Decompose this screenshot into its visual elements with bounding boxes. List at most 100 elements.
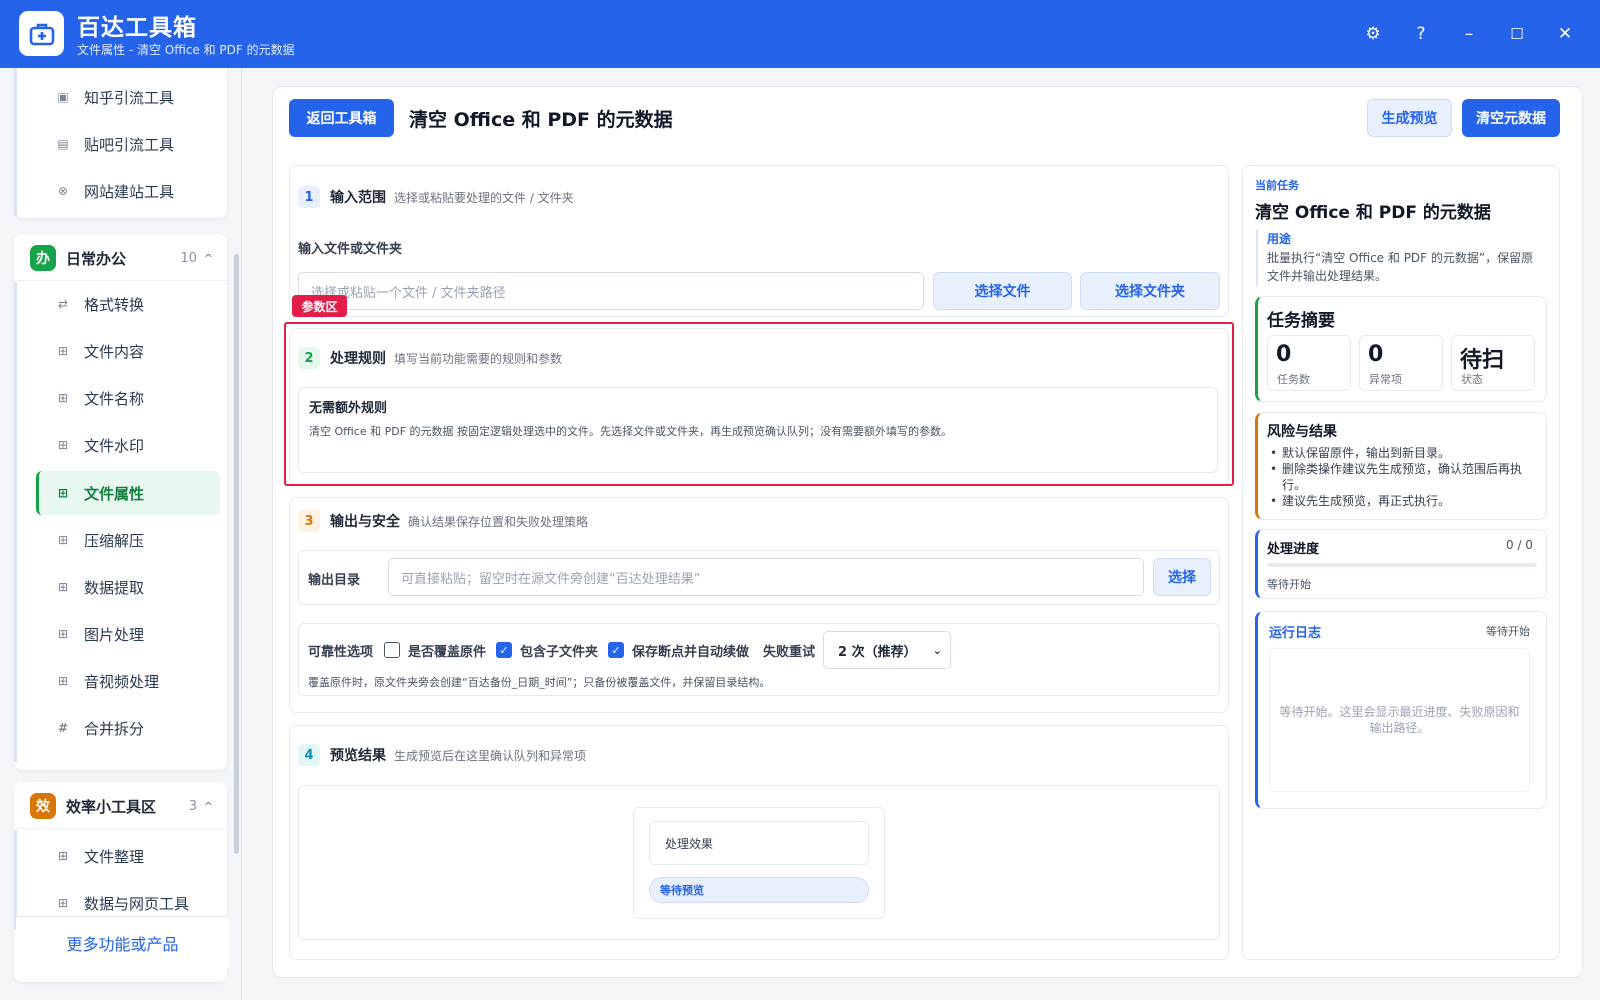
stat-value: 0 (1368, 342, 1384, 367)
divider (14, 828, 227, 829)
sidebar-item-image[interactable]: ⊞ 图片处理 (22, 613, 204, 655)
select-folder-button[interactable]: 选择文件夹 (1080, 272, 1220, 310)
sidebar-item-watermark[interactable]: ⊞ 文件水印 (22, 424, 204, 466)
box-icon: ▣ (57, 90, 69, 104)
chevron-up-icon[interactable]: ^ (204, 252, 213, 265)
sidebar-item-label: 文件属性 (84, 484, 145, 503)
reliability-label: 可靠性选项 (308, 645, 374, 660)
grid-icon: ⊞ (57, 438, 69, 452)
sidebar-item-compress[interactable]: ⊞ 压缩解压 (22, 519, 204, 561)
preview-status-badge: 等待预览 (649, 877, 869, 903)
resume-checkbox[interactable]: ✓ (608, 642, 624, 658)
summary-title: 任务摘要 (1267, 311, 1335, 331)
sidebar-item-media[interactable]: ⊞ 音视频处理 (22, 660, 204, 702)
sidebar-item-file-properties[interactable]: ⊞ 文件属性 (36, 471, 220, 515)
grid-icon: ⊞ (57, 344, 69, 358)
maximize-button[interactable]: ☐ (1503, 20, 1531, 48)
select-file-button[interactable]: 选择文件 (933, 272, 1072, 310)
minimize-button[interactable]: – (1455, 20, 1483, 48)
back-to-toolbox-button[interactable]: 返回工具箱 (289, 99, 394, 137)
sidebar-item-label: 文件整理 (84, 847, 145, 866)
output-dir-field[interactable]: 可直接粘贴；留空时在源文件旁创建“百达处理结果” (388, 558, 1144, 596)
usage-label: 用途 (1267, 232, 1292, 246)
sidebar-item-label: 文件水印 (84, 436, 145, 455)
log-output[interactable]: 等待开始。这里会显示最近进度、失败原因和输出路径。 (1269, 648, 1530, 792)
grid-icon: ⊞ (57, 849, 69, 863)
section-input-header: 1 输入范围 选择或粘贴要处理的文件 / 文件夹 (298, 186, 574, 208)
sidebar-item-file-content[interactable]: ⊞ 文件内容 (22, 330, 204, 372)
chevron-up-icon[interactable]: ^ (204, 800, 213, 813)
chevron-down-icon: ⌄ (932, 643, 942, 657)
sidebar-item-format-convert[interactable]: ⇄ 格式转换 (22, 283, 204, 325)
stat-task-count: 0 任务数 (1267, 335, 1351, 391)
progress-count: 0 / 0 (1506, 538, 1533, 552)
stat-status: 待扫 状态 (1451, 335, 1535, 391)
output-dir-label: 输出目录 (308, 573, 361, 588)
sidebar-tree-line (14, 830, 17, 930)
progress-title: 处理进度 (1267, 542, 1320, 557)
app-logo-icon (19, 11, 64, 56)
group-count: 3 (188, 798, 197, 814)
log-title: 运行日志 (1269, 626, 1322, 641)
group-count: 10 (180, 250, 197, 266)
grid-icon: ⊞ (57, 580, 69, 594)
reliability-note: 覆盖原件时，原文件夹旁会创建“百达备份_日期_时间”；只备份被覆盖文件，并保留目… (308, 676, 771, 689)
overwrite-label: 是否覆盖原件 (408, 645, 487, 660)
sidebar-item-merge-split[interactable]: # 合并拆分 (22, 707, 204, 749)
section-title: 输出与安全 (330, 514, 400, 530)
grid-icon: ⊞ (57, 391, 69, 405)
generate-preview-button[interactable]: 生成预览 (1367, 99, 1452, 137)
section-preview-header: 4 预览结果 生成预览后在这里确认队列和异常项 (298, 744, 586, 766)
risk-title: 风险与结果 (1267, 424, 1337, 440)
group-badge: 办 (30, 245, 56, 271)
retry-select[interactable]: 2 次（推荐） ⌄ (823, 631, 951, 669)
sidebar-item-zhihu[interactable]: ▣ 知乎引流工具 (22, 76, 204, 118)
sidebar-item-label: 合并拆分 (84, 719, 145, 738)
retry-label: 失败重试 (763, 645, 816, 660)
help-icon[interactable]: ? (1407, 20, 1435, 48)
usage-text: 批量执行“清空 Office 和 PDF 的元数据”，保留原文件并输出处理结果。 (1267, 251, 1534, 283)
grid-icon: ⊞ (57, 627, 69, 641)
globe-icon: ⊗ (57, 184, 69, 198)
section-desc: 选择或粘贴要处理的文件 / 文件夹 (394, 190, 574, 205)
sidebar-item-website[interactable]: ⊗ 网站建站工具 (22, 170, 204, 212)
input-field-label: 输入文件或文件夹 (298, 242, 403, 257)
log-status: 等待开始 (1486, 625, 1530, 638)
sidebar-item-label: 文件名称 (84, 389, 145, 408)
sidebar-item-label: 压缩解压 (84, 531, 145, 550)
risk-item: 默认保留原件，输出到新目录。 (1268, 445, 1538, 461)
select-output-dir-button[interactable]: 选择 (1153, 558, 1211, 596)
clear-metadata-button[interactable]: 清空元数据 (1462, 99, 1560, 137)
risk-item: 删除类操作建议先生成预览，确认范围后再执行。 (1268, 461, 1538, 493)
sidebar-group-office[interactable]: 办 日常办公 10 ^ (14, 236, 227, 280)
close-button[interactable]: ✕ (1551, 20, 1579, 48)
group-badge: 效 (30, 793, 56, 819)
stat-exception-count: 0 异常项 (1359, 335, 1443, 391)
grid-icon: ⊞ (57, 674, 69, 688)
sidebar-item-file-organize[interactable]: ⊞ 文件整理 (22, 835, 204, 877)
stat-value: 待扫 (1460, 348, 1505, 373)
sidebar-scrollbar[interactable] (234, 254, 239, 854)
section-output-header: 3 输出与安全 确认结果保存位置和失败处理策略 (298, 510, 588, 532)
overwrite-checkbox[interactable] (384, 642, 400, 658)
sidebar-item-file-name[interactable]: ⊞ 文件名称 (22, 377, 204, 419)
sidebar-item-label: 文件内容 (84, 342, 145, 361)
resume-label: 保存断点并自动续做 (632, 645, 750, 660)
risk-list: 默认保留原件，输出到新目录。 删除类操作建议先生成预览，确认范围后再执行。 建议… (1268, 445, 1538, 509)
sidebar-item-label: 数据与网页工具 (84, 894, 190, 913)
sidebar-item-tieba[interactable]: ▤ 贴吧引流工具 (22, 123, 204, 165)
stat-label: 状态 (1461, 373, 1483, 386)
sidebar-item-data-extract[interactable]: ⊞ 数据提取 (22, 566, 204, 608)
more-products-link[interactable]: 更多功能或产品 (16, 916, 229, 968)
input-path-field[interactable]: 选择或粘贴一个文件 / 文件夹路径 (298, 272, 924, 310)
sidebar-item-label: 数据提取 (84, 578, 145, 597)
subfolder-checkbox[interactable]: ✓ (496, 642, 512, 658)
param-area-highlight (284, 322, 1234, 486)
sidebar-item-label: 格式转换 (84, 295, 145, 314)
settings-icon[interactable]: ⚙ (1359, 20, 1387, 48)
grid-icon: ⊞ (57, 896, 69, 910)
progress-status: 等待开始 (1267, 578, 1311, 591)
sidebar-group-efficiency[interactable]: 效 效率小工具区 3 ^ (14, 784, 227, 828)
usage-accent-line (1256, 230, 1258, 286)
step-number: 4 (298, 744, 320, 766)
